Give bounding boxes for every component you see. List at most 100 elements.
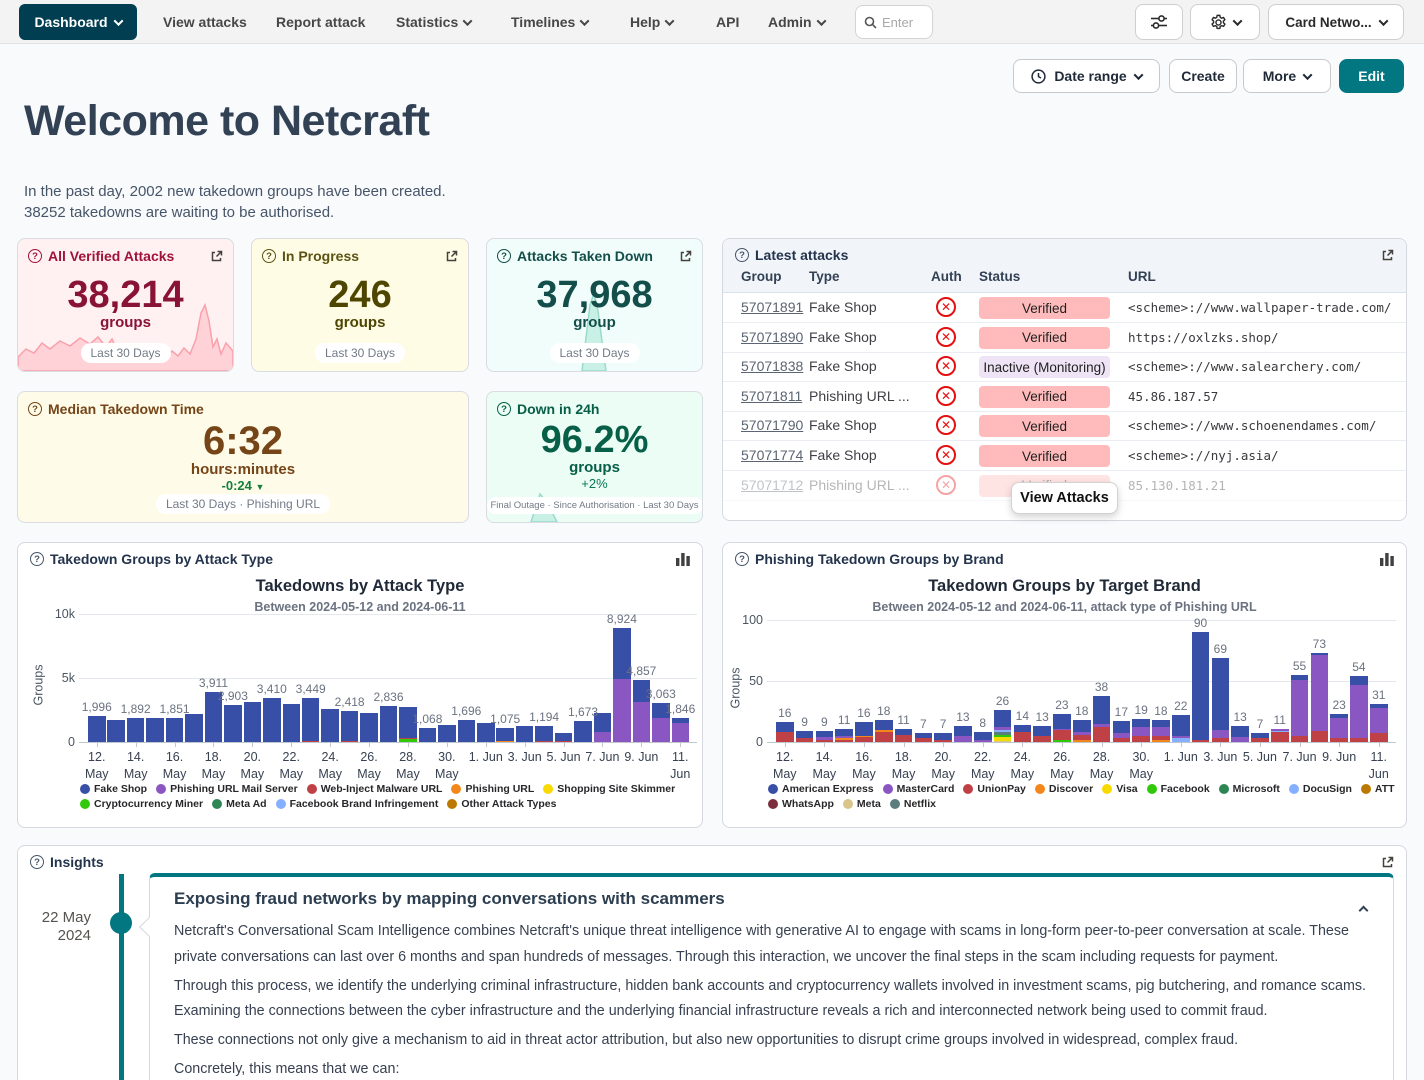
bar-segment[interactable] [1113,721,1131,733]
bar-chart-icon[interactable] [1380,553,1394,566]
bar-segment[interactable] [835,736,853,738]
bar-segment[interactable] [1370,708,1388,734]
bar-segment[interactable] [1073,720,1091,732]
legend-item[interactable]: Microsoft [1219,783,1280,796]
legend-item[interactable]: Fake Shop [80,783,147,796]
legend-item[interactable]: WhatsApp [768,798,834,811]
bar-segment[interactable] [915,738,933,742]
legend-item[interactable]: Meta Ad [212,798,266,811]
bar-segment[interactable] [1093,727,1111,742]
bar-segment[interactable] [875,720,893,730]
bar-segment[interactable] [1311,731,1329,742]
bar-segment[interactable] [244,702,262,742]
bar-segment[interactable] [107,720,125,742]
legend-item[interactable]: American Express [768,783,874,796]
bar-segment[interactable] [994,732,1012,734]
bar-segment[interactable] [224,705,242,742]
bar-segment[interactable] [1093,696,1111,724]
bar-segment[interactable] [835,740,853,742]
bar-segment[interactable] [1251,733,1269,738]
bar-segment[interactable] [1172,715,1190,736]
bar-segment[interactable] [915,733,933,738]
bar-segment[interactable] [954,736,972,742]
bar-segment[interactable] [1053,730,1071,740]
bar-segment[interactable] [166,718,184,742]
legend-item[interactable]: UnionPay [963,783,1025,796]
bar-segment[interactable] [1152,720,1170,727]
bar-segment[interactable] [994,727,1012,729]
group-link[interactable]: 57071790 [741,417,803,433]
nav-report-attack[interactable]: Report attack [276,0,365,44]
legend-item[interactable]: Web-Inject Malware URL [307,783,443,796]
legend-item[interactable]: Facebook [1147,783,1210,796]
bar-segment[interactable] [776,722,794,732]
bar-segment[interactable] [1311,653,1329,655]
bar-segment[interactable] [185,714,203,742]
bar-segment[interactable] [1093,724,1111,728]
bar-segment[interactable] [302,698,320,741]
bar-segment[interactable] [458,720,476,742]
bar-segment[interactable] [146,718,164,742]
group-link[interactable]: 57071891 [741,299,803,315]
create-button[interactable]: Create [1169,59,1237,93]
bar-segment[interactable] [1370,704,1388,708]
bar-segment[interactable] [283,704,301,742]
bar-segment[interactable] [1113,738,1131,742]
legend-item[interactable]: Visa [1102,783,1137,796]
legend-item[interactable]: DocuSign [1289,783,1352,796]
bar-segment[interactable] [875,730,893,732]
bar-segment[interactable] [321,709,339,742]
legend-item[interactable]: Facebook Brand Infringement [276,798,439,811]
bar-segment[interactable] [1291,680,1309,736]
bar-segment[interactable] [994,741,1012,742]
bar-segment[interactable] [1311,655,1329,731]
collapse-icon[interactable] [1360,901,1367,919]
view-attacks-button[interactable]: View Attacks [1011,482,1118,514]
bar-segment[interactable] [796,731,814,738]
bar-segment[interactable] [875,732,893,742]
bar-segment[interactable] [1212,730,1230,739]
group-link[interactable]: 57071811 [741,388,802,404]
bar-segment[interactable] [399,738,417,739]
bar-segment[interactable] [934,733,952,739]
nav-dashboard-button[interactable]: Dashboard [19,4,137,40]
legend-item[interactable]: Cryptocurrency Miner [80,798,203,811]
bar-segment[interactable] [1192,740,1210,742]
edit-button[interactable]: Edit [1339,59,1404,93]
legend-item[interactable]: Discover [1035,783,1093,796]
bar-segment[interactable] [1014,732,1032,742]
bar-segment[interactable] [1350,685,1368,739]
bar-segment[interactable] [1132,719,1150,728]
external-link-icon[interactable] [1381,249,1394,262]
bar-segment[interactable] [380,706,398,742]
external-link-icon[interactable] [445,250,458,263]
bar-segment[interactable] [88,716,106,742]
bar-segment[interactable] [835,729,853,736]
bar-segment[interactable] [535,726,553,741]
bar-segment[interactable] [776,732,794,742]
bar-segment[interactable] [633,702,651,742]
bar-segment[interactable] [555,733,573,741]
bar-segment[interactable] [1132,727,1150,736]
card-network-selector[interactable]: Card Netwo... [1268,4,1404,40]
bar-segment[interactable] [1231,737,1249,742]
bar-segment[interactable] [1033,736,1051,742]
bar-segment[interactable] [1271,732,1289,742]
bar-segment[interactable] [1330,718,1348,739]
bar-segment[interactable] [994,710,1012,727]
group-link[interactable]: 57071712 [741,477,803,493]
bar-segment[interactable] [341,741,359,742]
legend-item[interactable]: Shopping Site Skimmer [543,783,675,796]
bar-segment[interactable] [1271,731,1289,732]
bar-segment[interactable] [477,723,495,742]
bar-segment[interactable] [796,738,814,742]
bar-segment[interactable] [895,735,913,742]
bar-segment[interactable] [855,736,873,737]
bar-segment[interactable] [974,732,992,739]
more-button[interactable]: More [1243,59,1331,93]
bar-segment[interactable] [1033,726,1051,736]
bar-segment[interactable] [1014,725,1032,732]
legend-item[interactable]: Phishing URL [451,783,534,796]
bar-segment[interactable] [1073,732,1091,734]
filters-button[interactable] [1135,4,1183,40]
